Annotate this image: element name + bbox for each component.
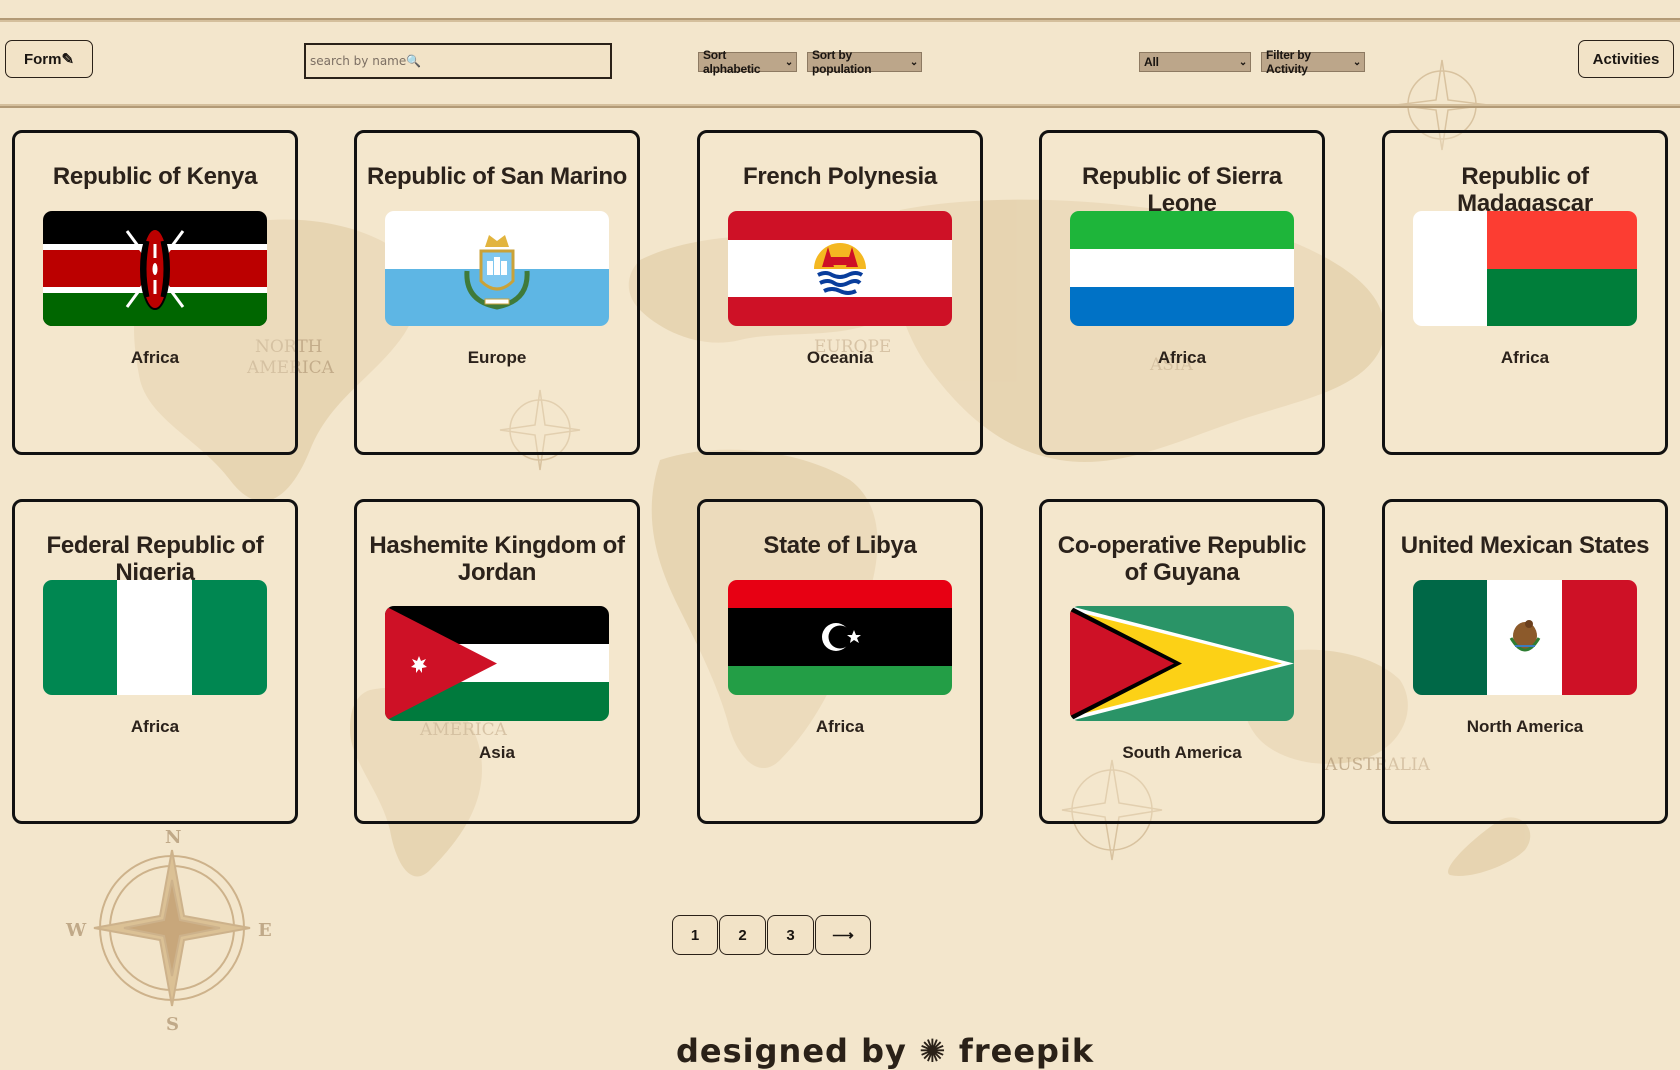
country-card[interactable]: Co-operative Republic of Guyana South Am… xyxy=(1039,499,1325,824)
activity-filter-label: Filter by Activity xyxy=(1266,48,1311,76)
country-name: Republic of San Marino xyxy=(366,163,628,190)
activity-filter-select[interactable]: Filter by Activity ⌄ xyxy=(1261,48,1365,76)
sierra-leone-flag xyxy=(1070,211,1294,326)
continent-label: Africa xyxy=(130,717,180,736)
sort-alphabetic-select[interactable]: Sort alphabetic ⌄ xyxy=(698,48,797,76)
sort-population-select[interactable]: Sort by population ⌄ xyxy=(807,48,922,76)
chevron-down-icon: ⌄ xyxy=(1238,56,1247,68)
compass-label-s: S xyxy=(166,1014,179,1035)
french-polynesia-flag xyxy=(728,211,952,326)
compass-label-w: W xyxy=(65,920,87,941)
country-card[interactable]: Republic of San Marino Europe xyxy=(354,130,640,455)
country-card[interactable]: Hashemite Kingdom of Jordan Asia xyxy=(354,499,640,824)
continent-label: Africa xyxy=(815,717,865,736)
chevron-down-icon: ⌄ xyxy=(1352,56,1361,68)
country-name: Hashemite Kingdom of Jordan xyxy=(369,532,625,586)
country-name: Republic of Kenya xyxy=(52,163,258,190)
continent-label: Africa xyxy=(1157,348,1207,367)
chevron-down-icon: ⌄ xyxy=(909,56,918,68)
continent-label: Asia xyxy=(479,743,515,762)
form-button[interactable]: Form✎ xyxy=(5,40,93,78)
country-card[interactable]: State of Libya Africa xyxy=(697,499,983,824)
guyana-flag xyxy=(1070,606,1294,721)
continent-filter-value: All xyxy=(1144,55,1159,69)
country-card[interactable]: United Mexican States North America xyxy=(1382,499,1668,824)
country-name: State of Libya xyxy=(763,532,917,559)
page-button-2[interactable]: 2 xyxy=(719,915,766,955)
chevron-down-icon: ⌄ xyxy=(784,56,793,68)
kenya-flag xyxy=(43,211,267,326)
country-name: French Polynesia xyxy=(743,163,937,190)
next-page-button[interactable]: ⟶ xyxy=(815,915,871,955)
country-card[interactable]: Republic of Kenya Africa xyxy=(12,130,298,455)
country-name: Republic of Madagascar xyxy=(1457,163,1593,217)
continent-label: Europe xyxy=(467,348,527,367)
continent-label: Africa xyxy=(130,348,180,367)
sort-population-label: Sort by population xyxy=(812,48,872,76)
nigeria-flag xyxy=(43,580,267,695)
country-name: United Mexican States xyxy=(1400,532,1650,559)
sort-alphabetic-label: Sort alphabetic xyxy=(703,48,761,76)
compass-label-n: N xyxy=(165,827,181,848)
page-button-3[interactable]: 3 xyxy=(767,915,814,955)
country-card[interactable]: Republic of Madagascar Africa xyxy=(1382,130,1668,455)
continent-label: Oceania xyxy=(806,348,874,367)
continent-label: North America xyxy=(1466,717,1584,736)
footer-credit: designed by ✺ freepik xyxy=(676,1032,1095,1070)
page-button-1[interactable]: 1 xyxy=(672,915,718,955)
libya-flag xyxy=(728,580,952,695)
country-card[interactable]: Republic of Sierra Leone Africa xyxy=(1039,130,1325,455)
country-name: Federal Republic of Nigeria xyxy=(46,532,264,586)
country-card[interactable]: Federal Republic of Nigeria Africa xyxy=(12,499,298,824)
jordan-flag xyxy=(385,606,609,721)
activities-button[interactable]: Activities xyxy=(1578,40,1674,78)
country-name: Co-operative Republic of Guyana xyxy=(1057,532,1307,586)
continent-label: Africa xyxy=(1500,348,1550,367)
mexico-flag xyxy=(1413,580,1637,695)
continent-filter-select[interactable]: All ⌄ xyxy=(1139,52,1251,72)
madagascar-flag xyxy=(1413,211,1637,326)
country-name: Republic of Sierra Leone xyxy=(1082,163,1282,217)
country-card[interactable]: French Polynesia Oceania xyxy=(697,130,983,455)
continent-label: South America xyxy=(1122,743,1242,762)
compass-label-e: E xyxy=(258,920,272,941)
search-input[interactable]: search by name🔍 xyxy=(304,43,612,79)
san-marino-flag xyxy=(385,211,609,326)
